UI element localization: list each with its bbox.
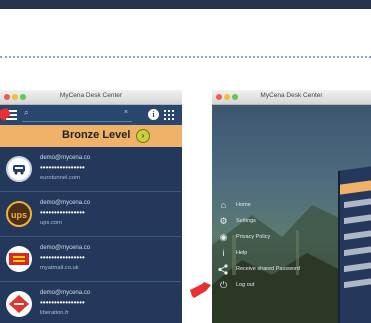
menu-item-label: Receive shared Password — [236, 266, 300, 272]
level-label: Bronze Level — [62, 129, 131, 141]
menu-item-label: Home — [236, 202, 251, 208]
info-icon[interactable]: i — [148, 109, 159, 120]
search-toolbar: ⌕ × i — [0, 105, 182, 125]
home-icon: ⌂ — [220, 200, 227, 210]
account-password: •••••••••••••••• — [40, 298, 85, 307]
share-icon — [218, 264, 229, 275]
menu-item-receive-shared-password[interactable]: Receive shared Password — [218, 264, 358, 276]
share-pointer-arrow-icon — [190, 282, 211, 298]
app-panel-preview — [338, 165, 371, 323]
account-row[interactable]: demo@mycena.co •••••••••••••••• eurotunn… — [0, 147, 182, 192]
ups-logo-icon: ups — [6, 201, 32, 227]
account-email: demo@mycena.co — [40, 245, 91, 251]
menu-pointer-arrow-icon — [0, 108, 11, 121]
account-site: ups.com — [40, 220, 62, 226]
account-password: •••••••••••••••• — [40, 253, 85, 262]
window-titlebar: MyCena Desk Center — [212, 90, 371, 105]
level-banner: Bronze Level › — [0, 125, 182, 147]
account-email: demo@mycena.co — [40, 290, 91, 296]
window-title: MyCena Desk Center — [59, 92, 123, 99]
royalmail-logo-icon — [6, 246, 32, 272]
eurotunnel-logo-icon — [6, 156, 32, 182]
menu-item-label: Privacy Policy — [236, 234, 271, 240]
menu-item-label: Log out — [236, 282, 255, 288]
settings-icon: ⚙ — [219, 216, 228, 226]
privacy-icon: ◉ — [219, 232, 228, 242]
window-title: MyCena Desk Center — [260, 92, 323, 99]
page-header-band — [0, 0, 371, 9]
account-row[interactable]: demo@mycena.co •••••••••••••••• myatmail… — [0, 237, 182, 282]
search-input[interactable]: ⌕ × — [22, 108, 132, 122]
account-email: demo@mycena.co — [40, 155, 91, 161]
app-window-main: MyCena Desk Center ⌕ × i Bronze Level › … — [0, 90, 182, 323]
account-site: liberation.fr — [40, 310, 69, 316]
account-row[interactable]: ups demo@mycena.co •••••••••••••••• ups.… — [0, 192, 182, 237]
grid-view-icon[interactable] — [164, 110, 174, 120]
app-window-menu: MyCena Desk Center ⌂ Home ⚙ Settings ◉ P… — [212, 90, 371, 323]
menu-item-log-out[interactable]: ⏻ Log out — [218, 280, 358, 292]
menu-item-home[interactable]: ⌂ Home — [218, 200, 358, 212]
clear-search-icon[interactable]: × — [124, 109, 128, 116]
account-row[interactable]: demo@mycena.co •••••••••••••••• liberati… — [0, 282, 182, 323]
svg-text:ups: ups — [11, 210, 27, 220]
menu-item-privacy-policy[interactable]: ◉ Privacy Policy — [218, 232, 358, 244]
search-icon: ⌕ — [24, 108, 29, 117]
menu-item-help[interactable]: i Help — [218, 248, 358, 260]
libe-logo-icon — [6, 291, 32, 317]
menu-item-label: Help — [236, 250, 248, 256]
logout-icon: ⏻ — [219, 280, 228, 290]
account-password: •••••••••••••••• — [40, 208, 85, 217]
menu-item-label: Settings — [236, 218, 256, 224]
account-password: •••••••••••••••• — [40, 163, 85, 172]
account-site: eurotunnel.com — [40, 175, 80, 181]
help-icon: i — [222, 248, 225, 258]
account-site: myatmail.co.uk — [40, 265, 79, 271]
account-email: demo@mycena.co — [40, 200, 91, 206]
dotted-divider — [0, 56, 371, 58]
menu-item-settings[interactable]: ⚙ Settings — [218, 216, 358, 228]
window-titlebar: MyCena Desk Center — [0, 90, 182, 105]
level-next-button[interactable]: › — [136, 129, 150, 143]
